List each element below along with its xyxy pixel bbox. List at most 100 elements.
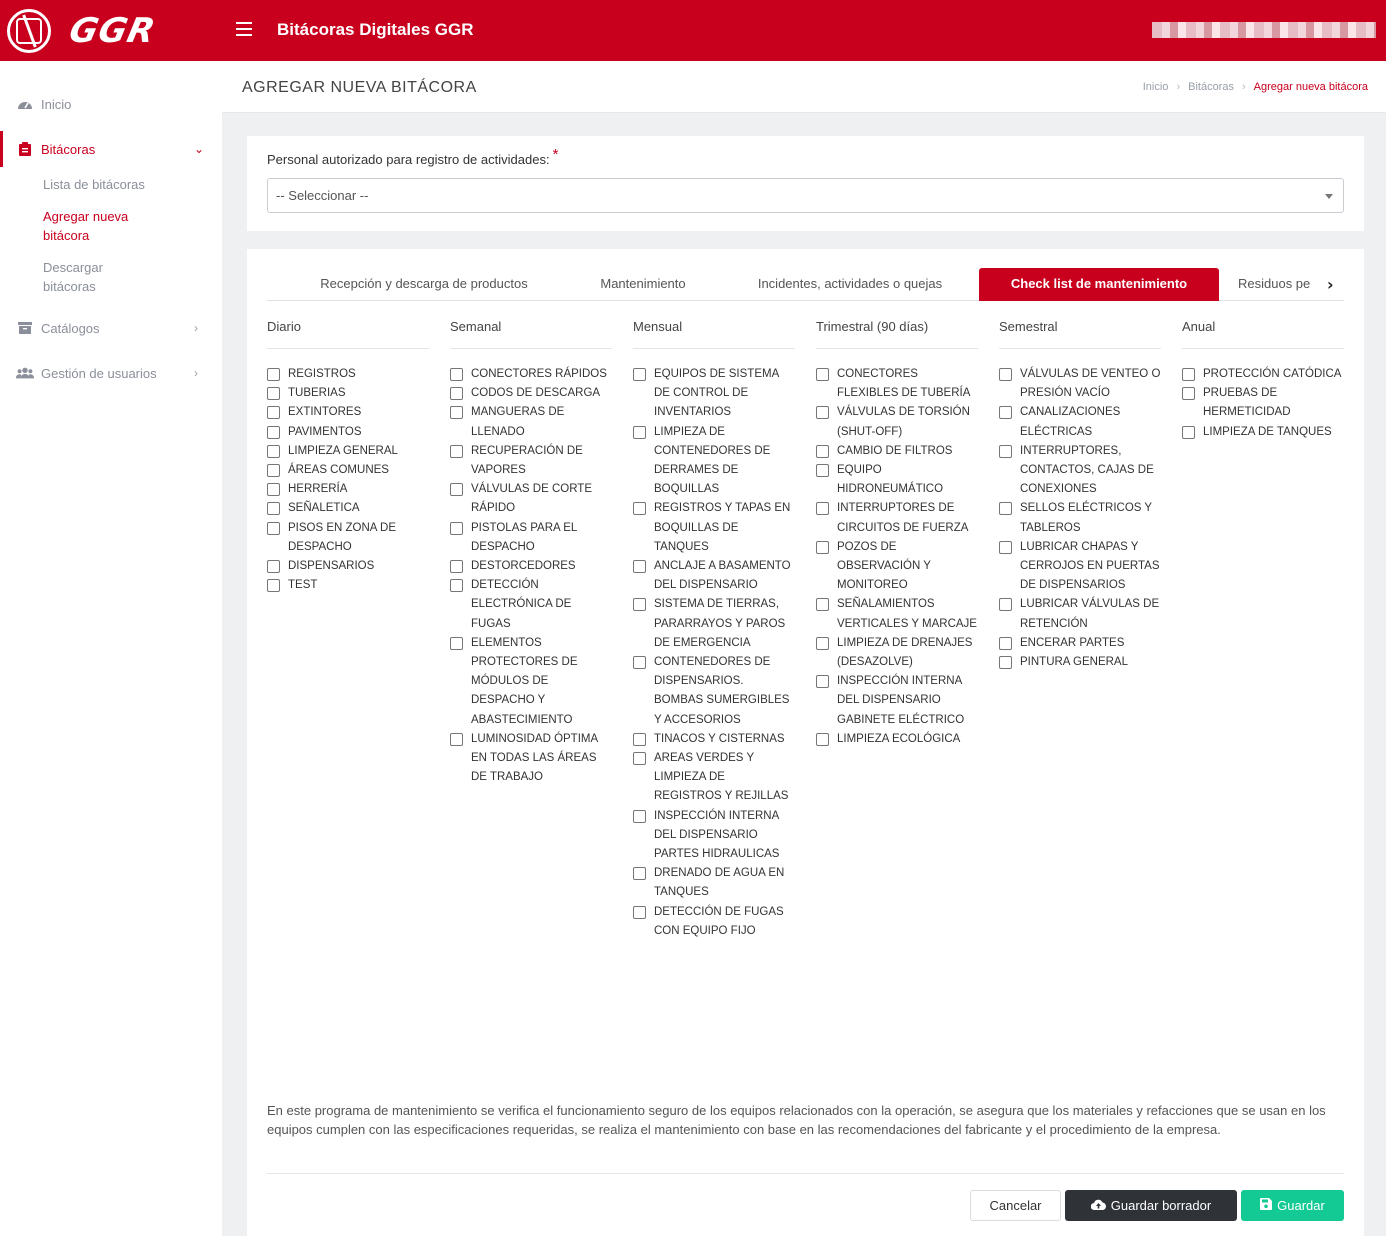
checklist-checkbox[interactable]: [267, 368, 280, 381]
tab-mantenimiento[interactable]: Mantenimiento: [579, 268, 707, 301]
checklist-item: PINTURA GENERAL: [999, 653, 1161, 672]
checklist-checkbox[interactable]: [999, 444, 1012, 458]
sidebar-item-usuarios[interactable]: Gestión de usuarios ›: [0, 355, 222, 391]
checklist-item-label: TINACOS Y CISTERNAS: [654, 732, 785, 745]
checklist-checkbox[interactable]: [999, 540, 1012, 554]
checklist-checkbox[interactable]: [450, 560, 463, 574]
checklist-item: RECUPERACIÓN DE VAPORES: [450, 442, 612, 480]
checklist-item: CODOS DE DESCARGA: [450, 384, 612, 403]
sidebar-sub-descargar[interactable]: Descargar bitácoras: [43, 258, 143, 296]
checklist-checkbox[interactable]: [267, 502, 280, 516]
checklist-checkbox[interactable]: [450, 387, 463, 401]
checklist-checkbox[interactable]: [267, 387, 280, 401]
checklist-item-label: PAVIMENTOS: [288, 425, 362, 438]
checklist-checkbox[interactable]: [999, 636, 1012, 650]
cancel-button[interactable]: Cancelar: [970, 1190, 1061, 1221]
checklist-item-label: POZOS DE OBSERVACIÓN Y MONITOREO: [837, 540, 931, 592]
checklist-item-label: VÁLVULAS DE VENTEO O PRESIÓN VACÍO: [1020, 368, 1161, 400]
checklist-checkbox[interactable]: [816, 444, 829, 458]
checklist-checkbox[interactable]: [633, 560, 646, 574]
checklist-checkbox[interactable]: [999, 656, 1012, 670]
checklist-checkbox[interactable]: [267, 521, 280, 535]
tab-recepcion[interactable]: Recepción y descarga de productos: [287, 268, 561, 301]
checklist-checkbox[interactable]: [633, 425, 646, 439]
checklist-item: INSPECCIÓN INTERNA DEL DISPENSARIO GABIN…: [816, 672, 978, 730]
checklist-checkbox[interactable]: [999, 368, 1012, 381]
checklist-checkbox[interactable]: [450, 636, 463, 650]
save-draft-button[interactable]: Guardar borrador: [1065, 1190, 1237, 1221]
sidebar-sub-lista[interactable]: Lista de bitácoras: [43, 175, 203, 194]
checklist-checkbox[interactable]: [450, 483, 463, 497]
tab-incidentes[interactable]: Incidentes, actividades o quejas: [723, 268, 977, 301]
checklist-checkbox[interactable]: [633, 809, 646, 823]
checklist-checkbox[interactable]: [816, 368, 829, 381]
checklist-checkbox[interactable]: [267, 579, 280, 593]
breadcrumb-bitacoras[interactable]: Bitácoras: [1188, 81, 1234, 93]
checklist-checkbox[interactable]: [1182, 368, 1195, 381]
checklist-checkbox[interactable]: [633, 502, 646, 516]
checklist-checkbox[interactable]: [450, 732, 463, 746]
checklist-checkbox[interactable]: [267, 560, 280, 574]
checklist-checkbox[interactable]: [450, 406, 463, 420]
checklist-checkbox[interactable]: [999, 406, 1012, 420]
chevron-right-icon: ›: [194, 366, 198, 380]
menu-toggle-icon[interactable]: [236, 22, 252, 36]
checklist-item-label: TEST: [288, 579, 318, 592]
sidebar-item-bitacoras[interactable]: Bitácoras ⌄: [0, 131, 222, 167]
checklist-checkbox[interactable]: [633, 752, 646, 766]
checklist-checkbox[interactable]: [816, 732, 829, 746]
checklist-checkbox[interactable]: [816, 406, 829, 420]
sidebar-item-inicio[interactable]: Inicio: [0, 86, 222, 122]
checklist-checkbox[interactable]: [633, 598, 646, 612]
checklist-checkbox[interactable]: [267, 483, 280, 497]
checklist-checkbox[interactable]: [267, 464, 280, 478]
sidebar-item-catalogos[interactable]: Catálogos ›: [0, 310, 222, 346]
checklist-item: EXTINTORES: [267, 403, 429, 422]
cancel-label: Cancelar: [989, 1198, 1042, 1213]
checklist-checkbox[interactable]: [633, 656, 646, 670]
checklist-checkbox[interactable]: [633, 368, 646, 381]
app-title: Bitácoras Digitales GGR: [277, 20, 474, 39]
save-icon: [1260, 1198, 1273, 1213]
checklist-checkbox[interactable]: [267, 444, 280, 458]
clipboard-icon: [16, 142, 34, 156]
checklist-checkbox[interactable]: [816, 636, 829, 650]
column-trimestral: Trimestral (90 días) CONECTORES FLEXIBLE…: [816, 319, 978, 749]
checklist-checkbox[interactable]: [1182, 387, 1195, 401]
checklist-checkbox[interactable]: [999, 502, 1012, 516]
checklist-item: HERRERÍA: [267, 480, 429, 499]
checklist-checkbox[interactable]: [450, 444, 463, 458]
personal-select[interactable]: -- Seleccionar --: [267, 178, 1344, 213]
checklist-checkbox[interactable]: [633, 867, 646, 881]
checklist-checkbox[interactable]: [450, 368, 463, 381]
sidebar-sub-agregar[interactable]: Agregar nueva bitácora: [43, 207, 163, 245]
checklist-item-label: RECUPERACIÓN DE VAPORES: [471, 444, 583, 477]
checklist-item: LIMPIEZA DE DRENAJES (DESAZOLVE): [816, 634, 978, 672]
save-button[interactable]: Guardar: [1241, 1190, 1344, 1221]
checklist-checkbox[interactable]: [816, 540, 829, 554]
checklist-item-label: INTERRUPTORES, CONTACTOS, CAJAS DE CONEX…: [1020, 444, 1154, 496]
checklist-checkbox[interactable]: [450, 521, 463, 535]
checklist-checkbox[interactable]: [1182, 425, 1195, 439]
tab-residuos[interactable]: Residuos pe: [1235, 268, 1323, 301]
checklist-checkbox[interactable]: [633, 732, 646, 746]
checklist-item-label: DETECCIÓN ELECTRÓNICA DE FUGAS: [471, 579, 572, 630]
chevron-right-icon[interactable]: ›: [1327, 275, 1334, 294]
checklist-checkbox[interactable]: [816, 598, 829, 612]
checklist-checkbox[interactable]: [816, 675, 829, 689]
tab-check-list[interactable]: Check list de mantenimiento: [979, 268, 1219, 301]
users-icon: [16, 366, 34, 380]
checklist-checkbox[interactable]: [450, 579, 463, 593]
checklist-item: LUBRICAR VÁLVULAS DE RETENCIÓN: [999, 595, 1161, 633]
checklist-item: LUBRICAR CHAPAS Y CERROJOS EN PUERTAS DE…: [999, 538, 1161, 596]
user-menu[interactable]: [1152, 22, 1376, 38]
checklist-checkbox[interactable]: [999, 598, 1012, 612]
checklist-item-label: AREAS VERDES Y LIMPIEZA DE REGISTROS Y R…: [654, 752, 789, 803]
checklist-checkbox[interactable]: [633, 905, 646, 919]
checklist-checkbox[interactable]: [816, 502, 829, 516]
breadcrumb-inicio[interactable]: Inicio: [1143, 81, 1169, 93]
checklist-checkbox[interactable]: [267, 406, 280, 420]
checklist-checkbox[interactable]: [816, 464, 829, 478]
checklist-checkbox[interactable]: [267, 425, 280, 439]
checklist-item: PRUEBAS DE HERMETICIDAD: [1182, 384, 1344, 422]
